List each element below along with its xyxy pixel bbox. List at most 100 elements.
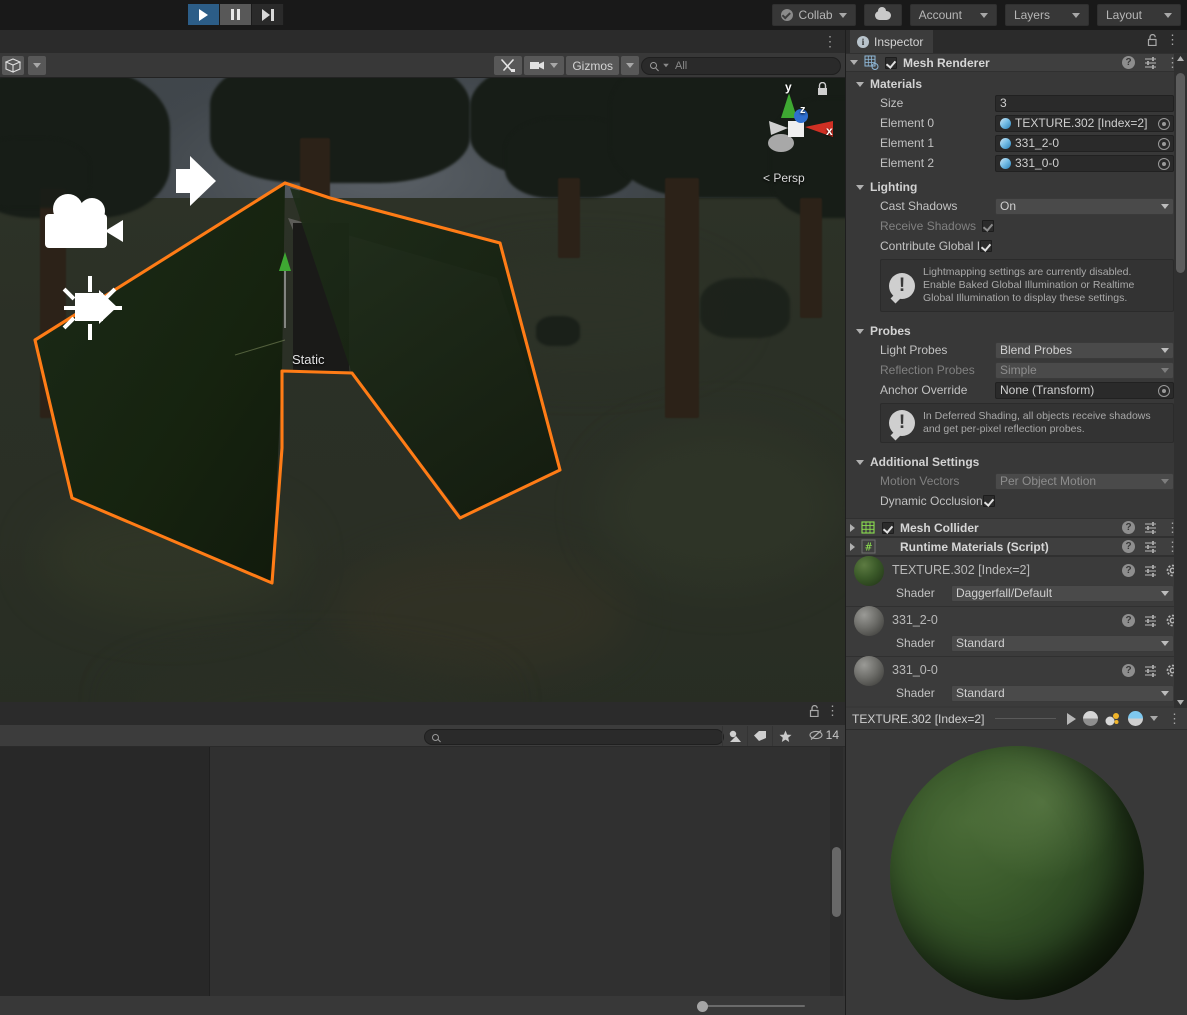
gizmo-lock-icon[interactable]	[816, 82, 829, 96]
scene-orientation-gizmo[interactable]: y z x < Persp	[755, 80, 835, 193]
object-picker-icon[interactable]	[1158, 137, 1170, 150]
cast-shadows-dropdown[interactable]: On	[995, 197, 1174, 215]
object-picker-icon[interactable]	[1158, 384, 1170, 397]
foldout-icon[interactable]	[856, 328, 864, 334]
draw-mode-button[interactable]	[2, 55, 24, 75]
object-picker-icon[interactable]	[1158, 157, 1170, 170]
project-tab-menu-icon[interactable]: ⋮	[826, 704, 839, 717]
preset-icon[interactable]	[1144, 664, 1157, 677]
projection-mode-label[interactable]: < Persp	[763, 171, 805, 185]
shader-dropdown-0[interactable]: Daggerfall/Default	[951, 584, 1174, 602]
layers-button[interactable]: Layers	[1004, 4, 1089, 26]
gizmos-dropdown[interactable]	[621, 56, 639, 75]
preview-material-sphere[interactable]	[889, 745, 1144, 1000]
shader-dropdown-1[interactable]: Standard	[951, 634, 1174, 652]
preview-cubemap-icon[interactable]	[1128, 711, 1143, 726]
scene-camera-button[interactable]	[524, 56, 565, 75]
material-header-2[interactable]: 331_0-0 ?	[846, 656, 1187, 686]
material-header-1[interactable]: 331_2-0 ?	[846, 606, 1187, 636]
slider-knob[interactable]	[697, 1001, 708, 1012]
dynamic-occlusion-checkbox[interactable]	[982, 495, 995, 507]
cloud-button[interactable]	[863, 4, 902, 26]
inspector-lock-icon[interactable]	[1147, 34, 1158, 46]
mesh-collider-enabled-checkbox[interactable]	[882, 521, 894, 534]
project-folder-tree[interactable]	[0, 747, 210, 996]
additional-settings-title[interactable]: Additional Settings	[856, 453, 1187, 471]
component-enabled-checkbox[interactable]	[885, 56, 897, 69]
lock-icon[interactable]	[809, 705, 820, 717]
receive-shadows-checkbox[interactable]	[982, 220, 995, 232]
tab-inspector[interactable]: i Inspector	[850, 30, 934, 53]
materials-section-title[interactable]: Materials	[856, 75, 1187, 93]
preview-lighting-icon[interactable]	[1105, 712, 1121, 726]
element-0-object-field[interactable]: TEXTURE.302 [Index=2]	[995, 114, 1174, 132]
project-scrollbar[interactable]	[830, 747, 843, 996]
step-button[interactable]	[252, 4, 284, 25]
help-icon[interactable]: ?	[1122, 540, 1135, 553]
preset-icon[interactable]	[1144, 564, 1157, 577]
preset-icon[interactable]	[1144, 540, 1157, 553]
scene-search-input[interactable]: All	[641, 56, 841, 75]
foldout-icon[interactable]	[856, 459, 864, 465]
light-probes-dropdown[interactable]: Blend Probes	[995, 341, 1174, 359]
preset-icon[interactable]	[1144, 614, 1157, 627]
component-header-mesh-collider[interactable]: Mesh Collider ? ⋮	[846, 518, 1187, 537]
shader-dropdown-2[interactable]: Standard	[951, 684, 1174, 702]
element-1-object-field[interactable]: 331_2-0	[995, 134, 1174, 152]
contribute-gi-checkbox[interactable]	[980, 240, 993, 252]
foldout-icon[interactable]	[856, 81, 864, 87]
size-input[interactable]: 3	[995, 94, 1174, 112]
pause-button[interactable]	[220, 4, 252, 25]
reflection-probes-dropdown[interactable]: Simple	[995, 361, 1174, 379]
probes-section-title[interactable]: Probes	[856, 322, 1187, 340]
preview-play-icon[interactable]	[1067, 712, 1076, 725]
audio-source-icon[interactable]	[176, 156, 222, 208]
play-button[interactable]	[188, 4, 220, 25]
scene-effects-button[interactable]	[494, 56, 523, 75]
camera-gizmo-icon[interactable]	[45, 194, 135, 252]
scrollbar-thumb[interactable]	[1176, 73, 1185, 273]
draw-mode-dropdown[interactable]	[28, 55, 46, 75]
scene-viewport[interactable]: Static y z x < Persp	[0, 78, 845, 726]
preview-stage[interactable]	[846, 730, 1187, 1015]
preset-icon[interactable]	[1144, 56, 1157, 69]
thumbnail-zoom-slider[interactable]	[697, 1001, 805, 1012]
help-icon[interactable]: ?	[1122, 613, 1135, 627]
component-header-runtime-materials[interactable]: # Runtime Materials (Script) ? ⋮	[846, 537, 1187, 556]
scrollbar-thumb[interactable]	[832, 847, 841, 917]
account-button[interactable]: Account	[909, 4, 997, 26]
scroll-down-icon[interactable]	[1177, 700, 1184, 705]
help-icon[interactable]: ?	[1122, 521, 1135, 534]
object-picker-icon[interactable]	[1158, 117, 1170, 130]
gizmos-button[interactable]: Gizmos	[566, 56, 619, 75]
motion-vectors-dropdown[interactable]: Per Object Motion	[995, 472, 1174, 490]
preview-mesh-toggle-icon[interactable]	[1083, 711, 1098, 726]
preview-menu-icon[interactable]: ⋮	[1168, 712, 1181, 725]
help-icon[interactable]: ?	[1122, 563, 1135, 577]
audio-listener-icon[interactable]	[58, 276, 128, 342]
inspector-scrollbar[interactable]	[1174, 53, 1187, 708]
filter-favorites-button[interactable]	[772, 726, 797, 746]
project-search-input[interactable]	[424, 729, 724, 745]
help-icon[interactable]: ?	[1122, 56, 1135, 69]
layout-button[interactable]: Layout	[1096, 4, 1181, 26]
foldout-icon[interactable]	[850, 542, 855, 551]
foldout-icon[interactable]	[856, 184, 864, 190]
filter-by-label-button[interactable]	[747, 726, 772, 746]
project-asset-grid[interactable]	[210, 747, 845, 996]
foldout-icon[interactable]	[850, 60, 858, 65]
component-header-mesh-renderer[interactable]: Mesh Renderer ? ⋮	[846, 53, 1187, 72]
element-2-object-field[interactable]: 331_0-0	[995, 154, 1174, 172]
lighting-section-title[interactable]: Lighting	[856, 178, 1187, 196]
help-icon[interactable]: ?	[1122, 663, 1135, 677]
anchor-override-object-field[interactable]: None (Transform)	[995, 381, 1174, 399]
material-header-0[interactable]: TEXTURE.302 [Index=2] ?	[846, 556, 1187, 586]
foldout-icon[interactable]	[850, 523, 855, 532]
chevron-down-icon[interactable]	[1150, 716, 1158, 721]
filter-by-type-button[interactable]	[722, 726, 747, 746]
scene-tab-menu-icon[interactable]: ⋮	[823, 34, 837, 48]
inspector-tab-menu-icon[interactable]: ⋮	[1166, 33, 1179, 46]
collab-button[interactable]: Collab	[771, 4, 856, 26]
scroll-up-icon[interactable]	[1177, 56, 1184, 61]
preset-icon[interactable]	[1144, 521, 1157, 534]
